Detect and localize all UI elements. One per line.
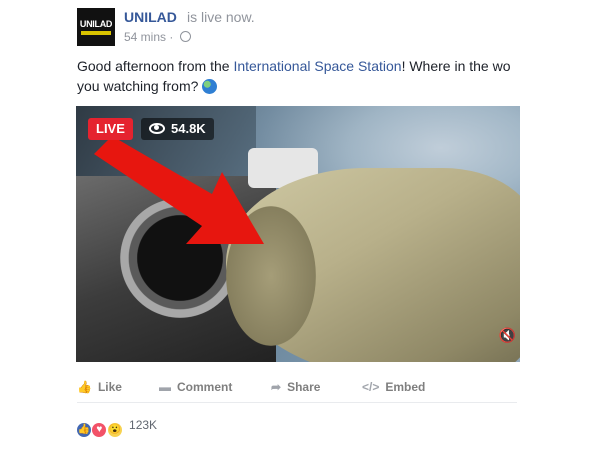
live-post: UNILAD UNILAD is live now. 54 mins · Goo…: [67, 0, 529, 450]
reactions-summary[interactable]: 👍 ♥ 😮 123K: [77, 418, 157, 437]
globe-icon: [179, 31, 191, 42]
earth-emoji-icon: [202, 79, 218, 94]
live-video-player[interactable]: LIVE 54.8K 🔇: [76, 106, 520, 362]
live-status-text: is live now.: [187, 9, 255, 25]
viewer-count: 54.8K: [171, 121, 206, 136]
post-time[interactable]: 54 mins ·: [124, 30, 173, 44]
post-header: UNILAD UNILAD is live now. 54 mins ·: [77, 8, 517, 48]
comment-button[interactable]: ▬ Comment: [159, 380, 232, 394]
post-meta: 54 mins ·: [124, 30, 191, 44]
embed-button[interactable]: </> Embed: [362, 380, 425, 394]
post-text: Good afternoon from the International Sp…: [77, 58, 511, 94]
share-button[interactable]: ➦ Share: [271, 380, 320, 394]
eye-icon: [149, 123, 165, 134]
mute-icon[interactable]: 🔇: [499, 327, 516, 344]
viewer-count-badge: 54.8K: [141, 118, 214, 140]
comment-icon: ▬: [159, 380, 171, 394]
like-button[interactable]: 👍 Like: [77, 380, 122, 394]
post-actions: 👍 Like ▬ Comment ➦ Share </> Embed: [77, 374, 517, 403]
red-arrow-icon: [94, 136, 264, 244]
love-reaction-icon: ♥: [92, 423, 107, 437]
wow-reaction-icon: 😮: [107, 423, 122, 437]
live-badge: LIVE: [88, 118, 133, 140]
code-icon: </>: [362, 380, 380, 394]
reaction-count: 123K: [129, 418, 158, 432]
iss-link[interactable]: International Space Station: [233, 58, 401, 74]
share-arrow-icon: ➦: [271, 380, 282, 394]
avatar-stripe: [81, 31, 111, 35]
page-name-link[interactable]: UNILAD: [124, 9, 177, 25]
page-avatar[interactable]: UNILAD: [77, 8, 115, 46]
thumbs-up-icon: 👍: [77, 380, 92, 394]
like-reaction-icon: 👍: [77, 423, 91, 437]
